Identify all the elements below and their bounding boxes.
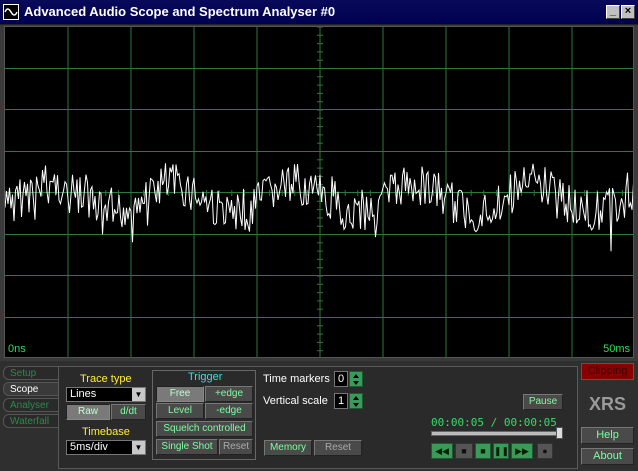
- rewind-icon: ◀◀: [435, 446, 449, 456]
- stop-icon: ■: [480, 446, 486, 456]
- vertical-scale-value[interactable]: 1: [334, 393, 348, 409]
- squelch-button[interactable]: Squelch controlled: [156, 421, 253, 437]
- chevron-down-icon: ▼: [132, 388, 145, 401]
- pause-icon: ❚❚: [494, 446, 510, 456]
- timebase-label: Timebase: [82, 426, 130, 438]
- xrs-logo: XRS: [589, 394, 627, 414]
- title-bar: Advanced Audio Scope and Spectrum Analys…: [0, 0, 638, 25]
- close-button[interactable]: ×: [621, 5, 635, 19]
- scope-display: 0ns 50ms: [4, 26, 634, 358]
- memory-reset-button[interactable]: Reset: [314, 440, 362, 456]
- chevron-down-icon: ▼: [132, 441, 145, 454]
- trigger-neg-edge-button[interactable]: -edge: [205, 403, 253, 419]
- fast-forward-button[interactable]: ▶▶: [511, 443, 533, 459]
- trigger-pos-edge-button[interactable]: +edge: [205, 386, 253, 402]
- trace-type-select[interactable]: Lines ▼: [66, 387, 146, 402]
- record-button[interactable]: ■: [455, 443, 473, 459]
- trigger-reset-button[interactable]: Reset: [219, 439, 253, 455]
- trigger-title: Trigger: [188, 371, 223, 383]
- window-title: Advanced Audio Scope and Spectrum Analys…: [24, 4, 336, 19]
- pause-button[interactable]: Pause: [523, 394, 563, 410]
- time-markers-label: Time markers: [263, 373, 330, 385]
- rewind-button[interactable]: ◀◀: [431, 443, 453, 459]
- oscilloscope-trace: [5, 27, 633, 357]
- trace-type-value: Lines: [70, 388, 97, 400]
- tab-setup[interactable]: Setup: [3, 366, 59, 380]
- tab-analyser[interactable]: Analyser: [3, 398, 59, 412]
- fast-forward-icon: ▶▶: [515, 446, 529, 456]
- timebase-value: 5ms/div: [70, 441, 108, 453]
- record-icon: ■: [461, 446, 467, 456]
- ddt-button[interactable]: d/dt: [111, 404, 146, 420]
- raw-button[interactable]: Raw: [66, 404, 110, 420]
- single-shot-button[interactable]: Single Shot: [156, 439, 218, 455]
- time-end-label: 50ms: [603, 343, 630, 355]
- trigger-level-button[interactable]: Level: [156, 403, 204, 419]
- pause-transport-button[interactable]: ❚❚: [493, 443, 509, 459]
- position-slider[interactable]: [431, 431, 563, 436]
- stop-button[interactable]: ■: [475, 443, 491, 459]
- vertical-scale-spinner[interactable]: [349, 393, 363, 409]
- time-start-label: 0ns: [8, 343, 26, 355]
- time-markers-value[interactable]: 0: [334, 371, 348, 387]
- timebase-select[interactable]: 5ms/div ▼: [66, 440, 146, 455]
- position-slider-thumb[interactable]: [556, 427, 563, 439]
- vertical-scale-label: Vertical scale: [263, 395, 328, 407]
- dot-button[interactable]: ●: [537, 443, 553, 459]
- trigger-free-button[interactable]: Free: [156, 386, 204, 402]
- about-button[interactable]: About: [581, 448, 634, 465]
- control-panel: Setup Scope Analyser Waterfall Trace typ…: [0, 361, 638, 471]
- tab-waterfall[interactable]: Waterfall: [3, 414, 59, 428]
- clipping-indicator: Clipping: [581, 363, 634, 380]
- timecode: 00:00:05 / 00:00:05: [431, 416, 557, 429]
- time-markers-spinner[interactable]: [349, 371, 363, 387]
- help-button[interactable]: Help: [581, 427, 634, 444]
- dot-icon: ●: [542, 446, 548, 456]
- scope-app-icon[interactable]: [3, 4, 19, 20]
- memory-button[interactable]: Memory: [264, 440, 312, 456]
- tab-scope[interactable]: Scope: [3, 382, 59, 396]
- trace-type-label: Trace type: [80, 373, 132, 385]
- minimize-button[interactable]: _: [606, 5, 620, 19]
